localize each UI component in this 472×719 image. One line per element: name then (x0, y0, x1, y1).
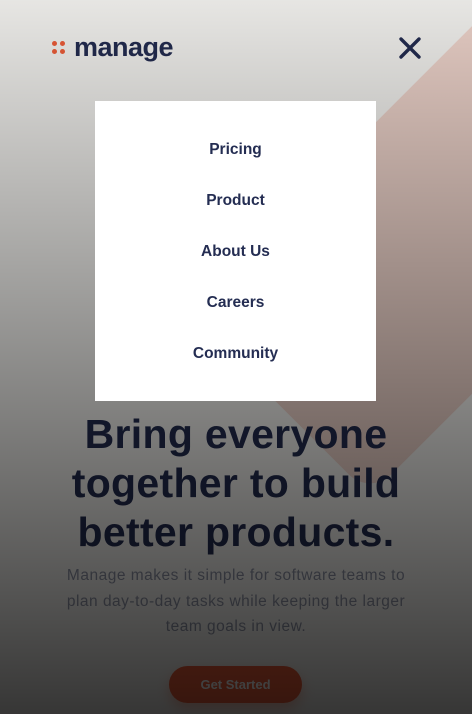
site-header: manage (0, 0, 472, 100)
logo[interactable]: manage (52, 31, 174, 62)
close-menu-button[interactable] (396, 34, 424, 62)
close-icon (399, 37, 421, 59)
logo-mark-icon (52, 40, 66, 54)
bottom-strip (0, 714, 472, 719)
nav-item-community[interactable]: Community (95, 343, 376, 394)
hero-description: Manage makes it simple for software team… (66, 567, 406, 635)
nav-item-pricing[interactable]: Pricing (95, 139, 376, 190)
mobile-nav-menu: Pricing Product About Us Careers Communi… (95, 101, 376, 401)
get-started-button[interactable]: Get Started (169, 666, 302, 703)
hero-section: Bring everyone together to build better … (0, 400, 472, 640)
hero-title: Bring everyone together to build better … (71, 411, 401, 555)
nav-item-about-us[interactable]: About Us (95, 241, 376, 292)
nav-item-product[interactable]: Product (95, 190, 376, 241)
logo-text: manage (74, 31, 174, 62)
nav-item-careers[interactable]: Careers (95, 292, 376, 343)
